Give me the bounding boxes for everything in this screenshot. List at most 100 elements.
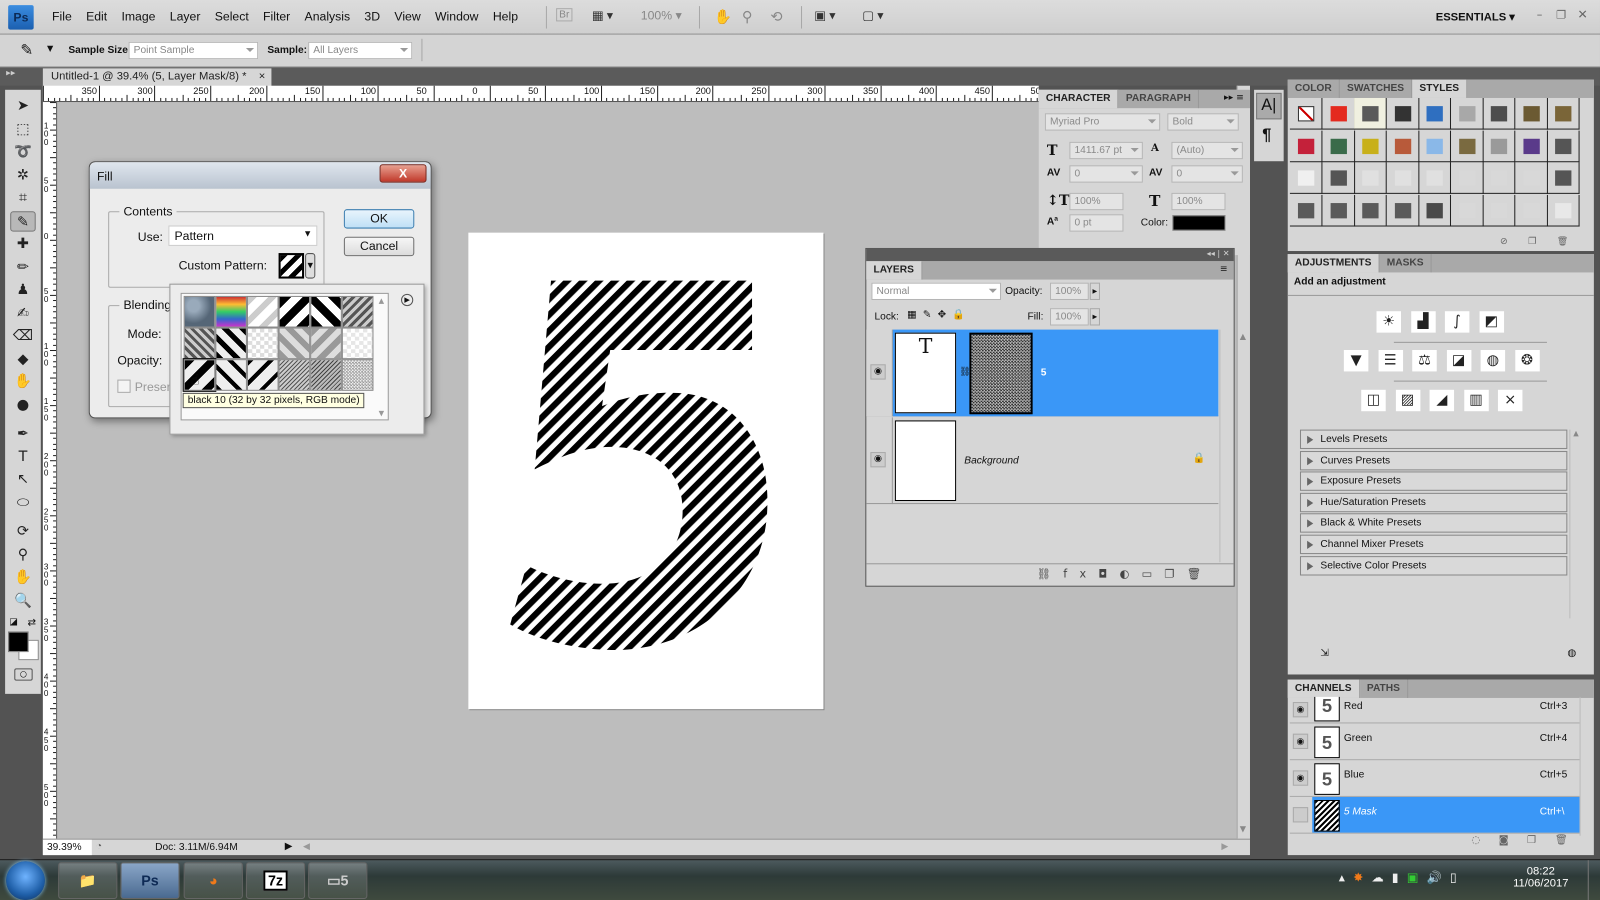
adjustments-options-icon[interactable]: ◍ <box>1567 648 1576 659</box>
layer-opacity-field[interactable]: 100% <box>1049 282 1089 300</box>
scroll-right-icon[interactable]: ▶ <box>1221 841 1228 852</box>
selective-color-icon[interactable]: ⨯ <box>1497 389 1523 412</box>
style-swatch[interactable] <box>1450 162 1484 194</box>
presets-scrollbar[interactable]: ▲ <box>1569 429 1581 619</box>
preset-channel-mixer-presets[interactable]: Channel Mixer Presets <box>1299 534 1568 555</box>
tab-paths[interactable]: PATHS <box>1360 679 1409 698</box>
style-swatch[interactable] <box>1354 97 1387 130</box>
style-swatch[interactable] <box>1289 162 1323 194</box>
style-swatch[interactable] <box>1482 97 1516 130</box>
pattern-swatch[interactable] <box>215 359 247 391</box>
tab-swatches[interactable]: SWATCHES <box>1340 79 1413 98</box>
pattern-swatch[interactable] <box>246 327 279 360</box>
vertical-ruler[interactable]: 1 0 0 5 0 0 5 0 1 0 0 1 5 0 2 0 0 2 5 0 3 0 0 3 5… <box>42 102 58 839</box>
pattern-picker-toggle[interactable]: ▼ <box>305 253 316 279</box>
move-icon[interactable]: ➤ <box>10 96 36 116</box>
eyedropper-icon[interactable]: ✎ <box>20 41 33 59</box>
preserve-transparency-checkbox[interactable] <box>117 379 131 393</box>
menu-edit[interactable]: Edit <box>79 9 114 23</box>
sync-icon[interactable]: ▣ <box>1407 870 1427 884</box>
baseline-shift-field[interactable]: 0 pt <box>1069 214 1124 232</box>
style-swatch[interactable] <box>1514 97 1548 130</box>
font-size-field[interactable]: 1411.67 pt <box>1069 141 1143 160</box>
hue-saturation-icon[interactable]: ☰ <box>1378 349 1403 372</box>
close-document-icon[interactable]: × <box>259 70 266 82</box>
pattern-scroll-down-icon[interactable]: ▼ <box>379 409 385 417</box>
load-selection-icon[interactable]: ◌ <box>1471 835 1498 846</box>
zoom-icon[interactable]: 🔍 <box>10 590 36 610</box>
zoom-percentage-field[interactable]: 39.39% <box>42 839 92 856</box>
dodge-icon[interactable]: ● <box>10 394 36 414</box>
style-swatch[interactable] <box>1321 194 1355 227</box>
add-mask-icon[interactable]: ◘ <box>1098 567 1119 580</box>
layers-panel-titlebar[interactable]: ◂◂ | ✕ <box>866 248 1234 262</box>
tracking-field[interactable]: 0 <box>1171 165 1243 183</box>
blur-icon[interactable]: ✋ <box>10 371 36 391</box>
gradient-map-icon[interactable]: ▥ <box>1463 389 1489 412</box>
document-tab[interactable]: Untitled-1 @ 39.4% (5, Layer Mask/8) * × <box>42 68 272 87</box>
ok-button[interactable]: OK <box>343 209 415 229</box>
style-swatch[interactable] <box>1482 162 1516 194</box>
pattern-swatch[interactable] <box>246 295 279 328</box>
text-color-swatch[interactable] <box>1172 215 1226 231</box>
avast-icon[interactable]: ✸ <box>1353 870 1371 884</box>
swap-colors-icon[interactable]: ⇄ <box>28 617 37 628</box>
pattern-swatch[interactable] <box>310 359 342 391</box>
channel-row-green[interactable]: ◉ 5 Green Ctrl+4 <box>1289 723 1580 761</box>
clear-style-icon[interactable]: ⊘ <box>1500 237 1528 247</box>
restore-button[interactable]: ❐ <box>1556 8 1566 21</box>
tab-character[interactable]: CHARACTER <box>1038 89 1119 109</box>
style-swatch[interactable] <box>1321 162 1355 194</box>
launch-bridge-button[interactable]: Br <box>556 8 573 22</box>
pattern-swatch[interactable] <box>215 295 247 328</box>
taskbar-photoshop[interactable]: Ps <box>120 862 180 899</box>
cancel-button[interactable]: Cancel <box>343 236 415 257</box>
pattern-swatch[interactable] <box>341 359 374 391</box>
style-swatch[interactable] <box>1546 194 1580 227</box>
preset-hue-saturation-presets[interactable]: Hue/Saturation Presets <box>1299 492 1568 513</box>
blend-mode-select[interactable]: Normal <box>871 282 1002 300</box>
sample-size-select[interactable]: Point Sample <box>128 41 259 60</box>
onedrive-icon[interactable]: ☁ <box>1372 870 1392 884</box>
pattern-swatch[interactable] <box>183 327 216 360</box>
style-swatch[interactable] <box>1354 130 1387 162</box>
scroll-left-icon[interactable]: ◀ <box>303 841 310 852</box>
font-family-select[interactable]: Myriad Pro <box>1044 113 1161 131</box>
menu-layer[interactable]: Layer <box>163 9 208 23</box>
layer-row-background[interactable]: ◉ Background 🔒 <box>866 417 1219 505</box>
pattern-swatch[interactable] <box>246 359 279 391</box>
exposure-icon[interactable]: ◩ <box>1479 311 1504 333</box>
visibility-eye-icon[interactable]: ◉ <box>870 364 886 380</box>
style-swatch[interactable] <box>1546 130 1580 162</box>
taskbar-7zip[interactable]: 7z <box>245 862 306 899</box>
scroll-down-icon[interactable]: ▼ <box>1240 824 1246 833</box>
lock-pixels-icon[interactable]: ✎ <box>923 309 938 320</box>
eyedropper-icon[interactable]: ✎ <box>10 210 36 232</box>
new-channel-icon[interactable]: ❐ <box>1527 835 1555 846</box>
style-swatch[interactable] <box>1450 130 1484 162</box>
visibility-eye-icon[interactable]: ◉ <box>1292 733 1309 749</box>
path-selection-icon[interactable]: ↖ <box>10 469 36 489</box>
close-button[interactable]: ✕ <box>1578 7 1588 21</box>
pattern-swatch[interactable] <box>183 295 216 328</box>
channel-row-5-mask[interactable]: 5 Mask Ctrl+\ <box>1289 796 1580 834</box>
style-swatch[interactable] <box>1418 162 1452 194</box>
link-layers-icon[interactable]: ⛓ <box>1037 567 1063 580</box>
channels-scrollbar[interactable] <box>1579 696 1592 836</box>
style-swatch[interactable] <box>1514 130 1548 162</box>
delete-layer-icon[interactable]: 🗑 <box>1187 567 1213 580</box>
lock-all-icon[interactable]: 🔒 <box>952 309 971 320</box>
show-hidden-icons[interactable]: ▴ <box>1339 870 1353 884</box>
save-selection-icon[interactable]: ◙ <box>1499 835 1527 846</box>
preset-selective-color-presets[interactable]: Selective Color Presets <box>1299 555 1568 576</box>
expand-tools-icon[interactable]: ▸▸ <box>6 68 15 78</box>
pen-icon[interactable]: ✒ <box>10 423 36 443</box>
panel-menu-icon[interactable]: ▸▸ ≡ <box>1218 90 1250 108</box>
tab-layers[interactable]: LAYERS <box>866 261 923 280</box>
paint-bucket-icon[interactable]: ◆ <box>10 348 36 368</box>
taskbar-explorer[interactable]: 📁 <box>58 862 118 899</box>
opacity-slider-toggle[interactable]: ▶ <box>1089 282 1100 300</box>
style-swatch[interactable] <box>1418 194 1452 227</box>
posterize-icon[interactable]: ▨ <box>1395 389 1420 412</box>
ellipse-icon[interactable]: ⬭ <box>10 492 36 512</box>
